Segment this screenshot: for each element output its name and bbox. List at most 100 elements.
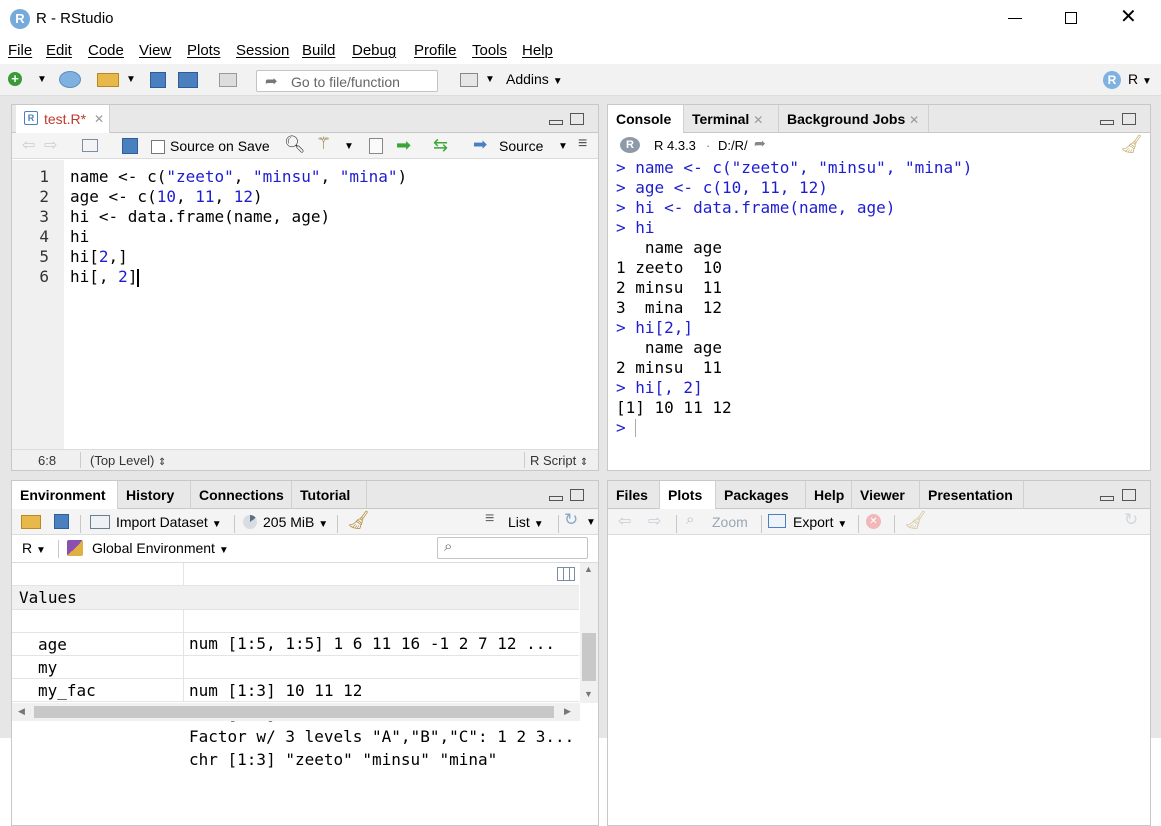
tab-test-r[interactable]: R test.R* ✕ bbox=[16, 105, 110, 134]
env-vertical-scrollbar[interactable]: ▲ ▼ bbox=[580, 563, 598, 703]
tab-background-jobs[interactable]: Background Jobs ✕ bbox=[779, 105, 929, 133]
tab-console[interactable]: Console bbox=[608, 105, 684, 134]
prev-plot-icon[interactable]: ⇦ bbox=[618, 511, 631, 531]
tab-packages[interactable]: Packages bbox=[716, 481, 806, 509]
addins-menu[interactable]: Addins ▼ bbox=[506, 71, 563, 87]
code-line[interactable]: age <- c(10, 11, 12) bbox=[70, 187, 598, 207]
file-type-selector[interactable]: R Script ⇕ bbox=[530, 453, 588, 468]
menu-help[interactable]: Help bbox=[522, 42, 553, 59]
show-in-window-icon[interactable] bbox=[82, 139, 98, 152]
view-grid-icon[interactable] bbox=[557, 567, 575, 581]
menu-profile[interactable]: Profile bbox=[414, 42, 457, 59]
language-selector[interactable]: R ▼ bbox=[22, 540, 46, 556]
go-to-dir-icon[interactable]: ➦ bbox=[754, 135, 766, 152]
code-line[interactable]: hi[2,] bbox=[70, 247, 598, 267]
code-tools-wand-icon[interactable]: ⚚ bbox=[316, 134, 331, 154]
scroll-up-icon[interactable]: ▲ bbox=[584, 564, 593, 574]
back-arrow-icon[interactable]: ⇦ bbox=[22, 135, 35, 155]
minimize-icon[interactable] bbox=[1008, 18, 1022, 19]
minimize-pane-icon[interactable] bbox=[1100, 496, 1114, 501]
project-r-icon[interactable]: R bbox=[1103, 71, 1121, 89]
refresh-plots-icon[interactable]: ↻ bbox=[1124, 510, 1138, 530]
import-dataset-button[interactable]: Import Dataset ▼ bbox=[116, 514, 222, 530]
save-icon[interactable] bbox=[150, 72, 166, 88]
menu-view[interactable]: View bbox=[139, 42, 171, 59]
tab-viewer[interactable]: Viewer bbox=[852, 481, 920, 509]
outline-icon[interactable]: ≡ bbox=[578, 135, 587, 153]
find-icon[interactable]: 🔍︎ bbox=[284, 135, 306, 155]
compile-report-icon[interactable] bbox=[369, 138, 383, 154]
env-search-box[interactable]: ⌕ bbox=[437, 537, 588, 559]
view-mode-selector[interactable]: List ▼ bbox=[508, 514, 544, 530]
zoom-icon[interactable]: ⌕ bbox=[686, 511, 694, 528]
scroll-right-icon[interactable]: ▶ bbox=[564, 706, 571, 717]
load-workspace-icon[interactable] bbox=[21, 515, 41, 529]
open-file-icon[interactable] bbox=[97, 73, 119, 87]
goto-file-box[interactable]: ➦ Go to file/function bbox=[256, 70, 438, 92]
env-row-partial[interactable]: new_r num [1:5, 1:5] 1 6 11 16 -1 2 7 12… bbox=[12, 563, 579, 653]
maximize-icon[interactable] bbox=[1065, 12, 1077, 24]
scroll-thumb[interactable] bbox=[582, 633, 596, 681]
code-line[interactable]: hi[, 2] bbox=[70, 267, 598, 287]
minimize-pane-icon[interactable] bbox=[549, 120, 563, 125]
refresh-icon[interactable]: ↻ bbox=[564, 510, 578, 530]
new-file-icon[interactable]: + bbox=[8, 72, 22, 86]
scope-selector[interactable]: (Top Level) ⇕ bbox=[90, 453, 166, 468]
print-icon[interactable] bbox=[219, 73, 237, 87]
tab-terminal[interactable]: Terminal ✕ bbox=[684, 105, 779, 133]
rerun-icon[interactable]: ⇆ bbox=[433, 135, 448, 156]
run-line-icon[interactable]: ➡ bbox=[396, 135, 411, 156]
env-row[interactable]: my chr [1:5] "A" "B" "C" "B" "A" bbox=[12, 633, 579, 723]
tab-environment[interactable]: Environment bbox=[12, 481, 118, 510]
tab-presentation[interactable]: Presentation bbox=[920, 481, 1024, 509]
project-menu[interactable]: R ▼ bbox=[1128, 71, 1152, 87]
maximize-pane-icon[interactable] bbox=[1122, 113, 1136, 125]
env-row[interactable]: name chr [1:3] "zeeto" "minsu" "mina" bbox=[12, 679, 579, 769]
remove-plot-icon[interactable]: ✕ bbox=[866, 514, 881, 529]
scroll-left-icon[interactable]: ◀ bbox=[18, 706, 25, 717]
menu-debug[interactable]: Debug bbox=[352, 42, 396, 59]
zoom-button[interactable]: Zoom bbox=[712, 514, 748, 530]
env-section-header[interactable]: Values bbox=[12, 586, 579, 610]
tab-files[interactable]: Files bbox=[608, 481, 660, 509]
minimize-pane-icon[interactable] bbox=[1100, 120, 1114, 125]
new-project-icon[interactable] bbox=[59, 71, 81, 88]
clear-env-broom-icon[interactable]: 🧹︎ bbox=[347, 510, 370, 531]
tab-tutorial[interactable]: Tutorial bbox=[292, 481, 367, 509]
tab-plots[interactable]: Plots bbox=[660, 481, 716, 510]
menu-code[interactable]: Code bbox=[88, 42, 124, 59]
editor-save-icon[interactable] bbox=[122, 138, 138, 154]
env-row[interactable]: my_fac Factor w/ 3 levels "A","B","C": 1… bbox=[12, 656, 579, 746]
environment-selector[interactable]: Global Environment ▼ bbox=[92, 540, 229, 556]
tab-connections[interactable]: Connections bbox=[191, 481, 292, 509]
source-button[interactable]: Source bbox=[499, 138, 543, 154]
tab-help[interactable]: Help bbox=[806, 481, 852, 509]
clear-plots-broom-icon[interactable]: 🧹︎ bbox=[904, 510, 927, 531]
scroll-down-icon[interactable]: ▼ bbox=[584, 689, 593, 699]
save-workspace-icon[interactable] bbox=[54, 514, 69, 529]
source-on-save-checkbox[interactable] bbox=[151, 140, 165, 154]
clear-console-broom-icon[interactable]: 🧹︎ bbox=[1120, 134, 1143, 155]
close-tab-icon[interactable]: ✕ bbox=[94, 105, 104, 133]
open-dropdown-icon[interactable]: ▼ bbox=[126, 74, 136, 85]
menu-plots[interactable]: Plots bbox=[187, 42, 220, 59]
code-line[interactable]: hi <- data.frame(name, age) bbox=[70, 207, 598, 227]
new-file-dropdown-icon[interactable]: ▼ bbox=[37, 74, 47, 85]
save-all-icon[interactable] bbox=[178, 72, 198, 88]
export-button[interactable]: Export ▼ bbox=[793, 514, 847, 530]
tab-history[interactable]: History bbox=[118, 481, 191, 509]
env-row[interactable]: age num [1:3] 10 11 12 bbox=[12, 610, 579, 700]
maximize-pane-icon[interactable] bbox=[570, 489, 584, 501]
next-plot-icon[interactable]: ⇨ bbox=[648, 511, 661, 531]
env-horizontal-scrollbar[interactable]: ◀ ▶ bbox=[12, 703, 580, 721]
plot-area[interactable] bbox=[608, 535, 1150, 825]
maximize-pane-icon[interactable] bbox=[570, 113, 584, 125]
menu-session[interactable]: Session bbox=[236, 42, 289, 59]
code-line[interactable]: name <- c("zeeto", "minsu", "mina") bbox=[70, 167, 598, 187]
memory-usage[interactable]: 205 MiB ▼ bbox=[263, 514, 328, 530]
menu-file[interactable]: File bbox=[8, 42, 32, 59]
code-tools-dropdown-icon[interactable]: ▼ bbox=[344, 141, 354, 152]
console-output[interactable]: > name <- c("zeeto", "minsu", "mina") > a… bbox=[616, 158, 1146, 468]
maximize-pane-icon[interactable] bbox=[1122, 489, 1136, 501]
source-dropdown-icon[interactable]: ▼ bbox=[558, 141, 568, 152]
